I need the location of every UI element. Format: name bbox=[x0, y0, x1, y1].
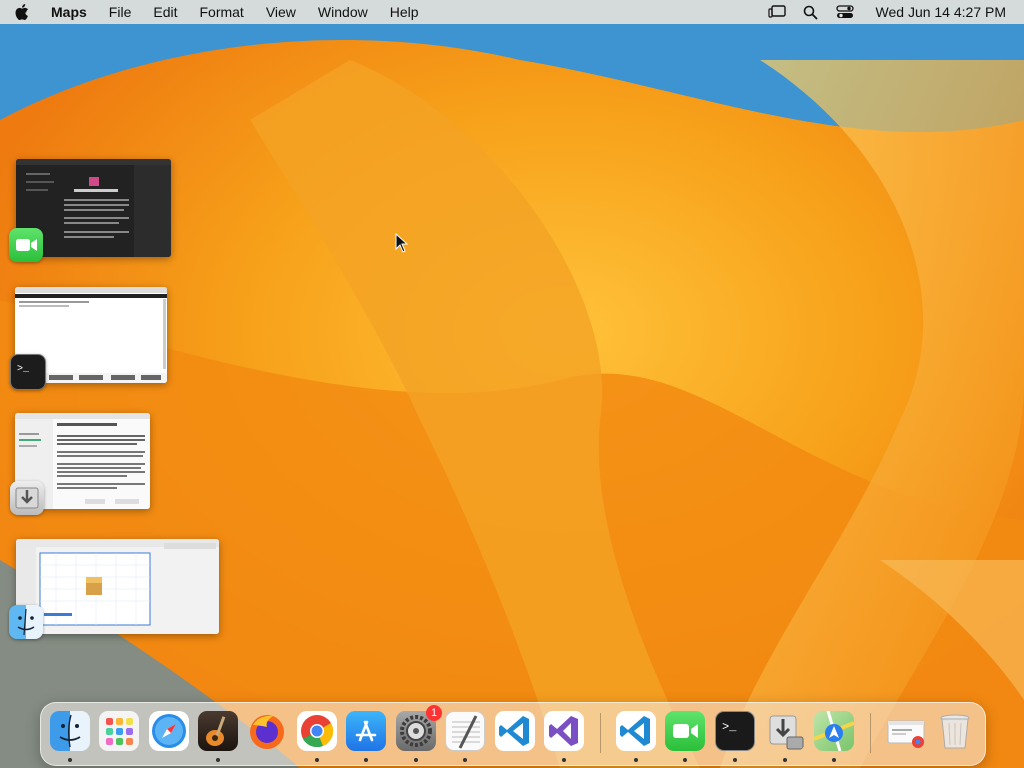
dock-visual-studio[interactable] bbox=[544, 711, 584, 751]
launchpad-icon bbox=[99, 711, 139, 751]
stage-app-terminal-icon[interactable]: >_ bbox=[10, 354, 46, 390]
dock-vscode-recent[interactable] bbox=[616, 711, 656, 751]
app-menu[interactable]: Maps bbox=[40, 0, 98, 24]
dock-launchpad[interactable] bbox=[99, 711, 139, 751]
firefox-icon bbox=[247, 711, 287, 751]
dock-separator bbox=[600, 713, 601, 753]
downloads-stack-icon bbox=[886, 711, 926, 751]
menu-bar-clock[interactable]: Wed Jun 14 4:27 PM bbox=[862, 0, 1024, 24]
running-indicator bbox=[683, 758, 687, 762]
dock-trash[interactable] bbox=[935, 711, 975, 751]
dock-firefox[interactable] bbox=[247, 711, 287, 751]
trash-icon bbox=[935, 711, 975, 751]
dock-vscode[interactable] bbox=[495, 711, 535, 751]
dock-chrome[interactable] bbox=[297, 711, 337, 751]
stage-app-finder-icon[interactable] bbox=[9, 605, 43, 639]
chrome-icon bbox=[297, 711, 337, 751]
running-indicator bbox=[216, 758, 220, 762]
stage-app-facetime-icon[interactable] bbox=[9, 228, 43, 262]
installer-icon bbox=[765, 711, 805, 751]
svg-text:>_: >_ bbox=[722, 720, 737, 734]
dock-terminal[interactable]: >_ bbox=[715, 711, 755, 751]
running-indicator bbox=[364, 758, 368, 762]
dock-textedit[interactable] bbox=[445, 711, 485, 751]
dock-garageband[interactable] bbox=[198, 711, 238, 751]
stage-manager-icon[interactable] bbox=[766, 4, 788, 20]
running-indicator bbox=[832, 758, 836, 762]
textedit-icon bbox=[445, 711, 485, 751]
safari-icon bbox=[149, 711, 189, 751]
maps-icon bbox=[814, 711, 854, 751]
notification-badge: 1 bbox=[426, 705, 442, 721]
visual-studio-icon bbox=[544, 711, 584, 751]
control-center-icon[interactable] bbox=[834, 4, 856, 20]
vscode-icon bbox=[616, 711, 656, 751]
running-indicator bbox=[414, 758, 418, 762]
finder-icon bbox=[50, 711, 90, 751]
dock: 1 >_ bbox=[40, 702, 986, 766]
stage-app-installer-icon[interactable] bbox=[10, 481, 44, 515]
running-indicator bbox=[463, 758, 467, 762]
menu-help[interactable]: Help bbox=[379, 0, 430, 24]
stage-window-thumbnail[interactable] bbox=[16, 539, 219, 634]
running-indicator bbox=[562, 758, 566, 762]
dock-app-store[interactable] bbox=[346, 711, 386, 751]
mouse-cursor-icon bbox=[395, 232, 409, 258]
desktop-wallpaper bbox=[0, 0, 1024, 768]
menu-edit[interactable]: Edit bbox=[142, 0, 188, 24]
dock-safari[interactable] bbox=[149, 711, 189, 751]
dock-facetime[interactable] bbox=[665, 711, 705, 751]
running-indicator bbox=[634, 758, 638, 762]
dock-maps[interactable] bbox=[814, 711, 854, 751]
menu-window[interactable]: Window bbox=[307, 0, 379, 24]
menu-view[interactable]: View bbox=[255, 0, 307, 24]
app-store-icon bbox=[346, 711, 386, 751]
running-indicator bbox=[783, 758, 787, 762]
running-indicator bbox=[315, 758, 319, 762]
dock-separator bbox=[870, 713, 871, 753]
spotlight-search-icon[interactable] bbox=[800, 4, 822, 20]
dock-installer[interactable] bbox=[765, 711, 805, 751]
dock-downloads-stack[interactable] bbox=[886, 711, 926, 751]
running-indicator bbox=[68, 758, 72, 762]
menu-file[interactable]: File bbox=[98, 0, 143, 24]
apple-menu-icon[interactable] bbox=[10, 4, 34, 20]
terminal-icon: >_ bbox=[715, 711, 755, 751]
svg-text:>_: >_ bbox=[17, 364, 30, 375]
running-indicator bbox=[733, 758, 737, 762]
vscode-icon bbox=[495, 711, 535, 751]
dock-finder[interactable] bbox=[50, 711, 90, 751]
menu-format[interactable]: Format bbox=[188, 0, 254, 24]
menu-bar: Maps File Edit Format View Window Help W… bbox=[0, 0, 1024, 24]
facetime-icon bbox=[665, 711, 705, 751]
garageband-icon bbox=[198, 711, 238, 751]
dock-system-settings[interactable]: 1 bbox=[396, 705, 442, 751]
